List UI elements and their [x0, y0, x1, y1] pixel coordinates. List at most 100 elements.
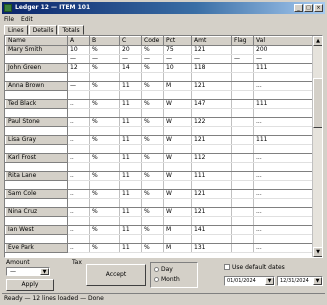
table-cell[interactable] — [253, 162, 313, 172]
table-cell[interactable] — [163, 108, 192, 118]
table-cell[interactable] — [191, 180, 232, 190]
table-cell[interactable] — [119, 108, 142, 118]
table-cell[interactable] — [67, 72, 90, 82]
row-header-cell[interactable] — [5, 72, 68, 82]
table-cell[interactable] — [89, 144, 120, 154]
table-cell[interactable] — [231, 108, 254, 118]
row-header-cell[interactable] — [5, 180, 68, 190]
radio-day[interactable]: Day — [154, 266, 173, 274]
table-cell[interactable] — [231, 234, 254, 244]
row-header-cell[interactable] — [5, 198, 68, 208]
table-cell[interactable] — [253, 216, 313, 226]
table-cell[interactable] — [231, 126, 254, 136]
table-cell[interactable] — [231, 243, 254, 253]
table-cell[interactable] — [67, 198, 90, 208]
table-cell[interactable]: 11 — [119, 207, 142, 217]
table-cell[interactable]: % — [141, 45, 164, 55]
table-row[interactable]: Rita Lane..% 11% W 111... — [5, 171, 313, 181]
table-row[interactable] — [5, 108, 313, 118]
table-cell[interactable]: 122 — [191, 117, 232, 127]
table-cell[interactable]: .. — [67, 171, 90, 181]
table-cell[interactable] — [119, 144, 142, 154]
table-row[interactable] — [5, 72, 313, 82]
row-header-cell[interactable] — [5, 90, 68, 100]
table-cell[interactable]: .. — [67, 189, 90, 199]
table-cell[interactable]: 121 — [191, 135, 232, 145]
table-cell[interactable]: 12 — [67, 63, 90, 73]
table-cell[interactable] — [253, 198, 313, 208]
table-cell[interactable]: % — [89, 207, 120, 217]
table-cell[interactable]: .. — [67, 207, 90, 217]
table-cell[interactable] — [163, 90, 192, 100]
table-cell[interactable]: M — [163, 81, 192, 91]
accept-button[interactable]: Accept — [86, 264, 146, 286]
table-cell[interactable] — [163, 216, 192, 226]
table-cell[interactable]: ... — [253, 207, 313, 217]
table-row[interactable]: Eve Park..% 11% M 131... — [5, 243, 313, 253]
table-cell[interactable] — [119, 198, 142, 208]
table-cell[interactable]: % — [141, 189, 164, 199]
table-cell[interactable] — [191, 108, 232, 118]
table-cell[interactable]: .. — [67, 225, 90, 235]
table-cell[interactable]: % — [141, 153, 164, 163]
row-header-cell[interactable]: Lisa Gray — [5, 135, 68, 145]
table-cell[interactable]: 112 — [191, 153, 232, 163]
col-header-b[interactable]: B — [89, 36, 120, 46]
table-cell[interactable]: % — [89, 171, 120, 181]
table-cell[interactable] — [141, 234, 164, 244]
table-cell[interactable] — [231, 144, 254, 154]
table-cell[interactable] — [253, 72, 313, 82]
table-cell[interactable] — [67, 216, 90, 226]
row-header-cell[interactable]: Anna Brown — [5, 81, 68, 91]
minimize-button[interactable]: _ — [294, 4, 303, 12]
table-cell[interactable] — [191, 234, 232, 244]
table-cell[interactable]: 11 — [119, 81, 142, 91]
table-cell[interactable]: — — [119, 54, 142, 64]
table-cell[interactable] — [141, 162, 164, 172]
table-cell[interactable]: — — [67, 81, 90, 91]
table-cell[interactable]: 75 — [163, 45, 192, 55]
table-cell[interactable] — [67, 162, 90, 172]
table-cell[interactable]: % — [141, 99, 164, 109]
table-cell[interactable]: 11 — [119, 189, 142, 199]
table-row[interactable] — [5, 198, 313, 208]
table-cell[interactable] — [231, 135, 254, 145]
table-cell[interactable] — [253, 144, 313, 154]
row-header-cell[interactable] — [5, 162, 68, 172]
table-cell[interactable] — [191, 216, 232, 226]
table-row[interactable] — [5, 126, 313, 136]
table-cell[interactable]: 10 — [67, 45, 90, 55]
table-cell[interactable]: % — [89, 225, 120, 235]
table-cell[interactable] — [141, 180, 164, 190]
table-cell[interactable]: 111 — [253, 63, 313, 73]
table-cell[interactable]: % — [89, 189, 120, 199]
table-cell[interactable]: — — [89, 54, 120, 64]
radio-month[interactable]: Month — [154, 276, 180, 284]
scroll-up-icon[interactable]: ▲ — [313, 36, 322, 46]
table-cell[interactable] — [119, 234, 142, 244]
table-cell[interactable]: 11 — [119, 225, 142, 235]
table-cell[interactable] — [191, 126, 232, 136]
table-cell[interactable]: .. — [67, 135, 90, 145]
table-cell[interactable]: % — [89, 243, 120, 253]
table-cell[interactable] — [141, 198, 164, 208]
menu-edit[interactable]: Edit — [20, 15, 34, 24]
table-cell[interactable]: 111 — [191, 171, 232, 181]
date-from-combo[interactable]: 01/01/2024 ▼ — [224, 276, 275, 286]
table-cell[interactable]: W — [163, 135, 192, 145]
table-cell[interactable] — [253, 126, 313, 136]
data-grid[interactable]: Name A B C Code Pct Amt Flag Val Mary Sm… — [4, 35, 323, 258]
table-cell[interactable] — [141, 126, 164, 136]
table-cell[interactable]: 11 — [119, 99, 142, 109]
table-cell[interactable]: — — [253, 54, 313, 64]
table-cell[interactable] — [231, 72, 254, 82]
table-cell[interactable]: W — [163, 153, 192, 163]
table-cell[interactable]: W — [163, 171, 192, 181]
table-cell[interactable] — [231, 189, 254, 199]
table-cell[interactable]: % — [141, 207, 164, 217]
row-header-cell[interactable]: Sam Cole — [5, 189, 68, 199]
table-cell[interactable]: 11 — [119, 117, 142, 127]
table-cell[interactable]: ... — [253, 153, 313, 163]
row-header-cell[interactable] — [5, 54, 68, 64]
table-cell[interactable] — [231, 45, 254, 55]
